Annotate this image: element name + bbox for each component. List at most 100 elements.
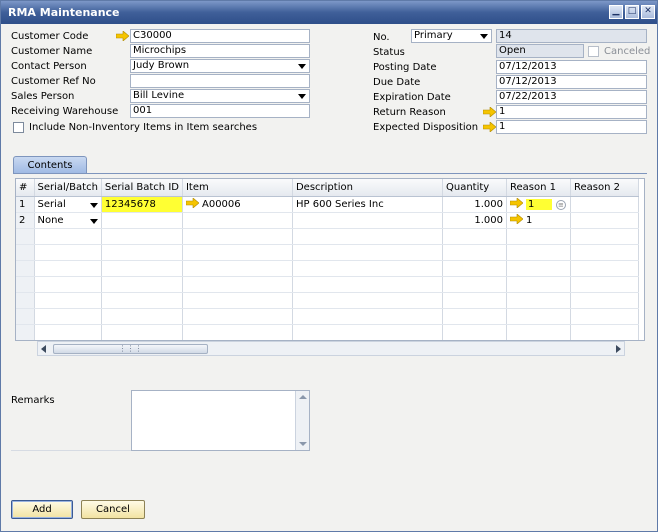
- serial-batch-cell[interactable]: Serial: [34, 196, 102, 213]
- quantity-cell[interactable]: 1.000: [442, 196, 507, 213]
- serial-batch-value: None: [37, 214, 64, 226]
- serial-batch-id-cell[interactable]: 12345678: [101, 196, 183, 213]
- link-arrow-icon[interactable]: [116, 31, 129, 41]
- customer-name-field[interactable]: Microchips: [130, 44, 310, 58]
- include-non-inventory-checkbox[interactable]: [13, 122, 24, 133]
- remarks-textarea[interactable]: [131, 390, 310, 451]
- scroll-left-icon[interactable]: [41, 345, 46, 353]
- table-row[interactable]: 2 None 1.000 1: [16, 212, 639, 229]
- chevron-down-icon[interactable]: [89, 202, 98, 208]
- receiving-warehouse-field[interactable]: 001: [130, 104, 310, 118]
- scroll-up-icon[interactable]: [299, 395, 307, 399]
- canceled-label: Canceled: [604, 46, 651, 57]
- chevron-down-icon[interactable]: [89, 218, 98, 224]
- column-header-number[interactable]: #: [16, 179, 35, 197]
- column-header-item[interactable]: Item: [182, 179, 293, 197]
- column-header-quantity[interactable]: Quantity: [442, 179, 507, 197]
- sales-person-label: Sales Person: [11, 91, 75, 102]
- canceled-checkbox[interactable]: [588, 46, 599, 57]
- empty-row[interactable]: [16, 244, 639, 261]
- due-date-field[interactable]: 07/12/2013: [496, 75, 647, 89]
- expiration-date-field[interactable]: 07/22/2013: [496, 90, 647, 104]
- include-non-inventory-label: Include Non-Inventory Items in Item sear…: [29, 122, 258, 133]
- rma-maintenance-window: RMA Maintenance ▁ □ ✕ Customer Code C300…: [0, 0, 658, 532]
- posting-date-label: Posting Date: [373, 62, 437, 73]
- close-icon[interactable]: ✕: [641, 5, 655, 19]
- return-reason-field[interactable]: 1: [496, 105, 647, 119]
- tab-divider: [13, 173, 647, 174]
- due-date-label: Due Date: [373, 77, 421, 88]
- link-arrow-icon[interactable]: [509, 213, 524, 225]
- customer-ref-no-field[interactable]: [130, 74, 310, 88]
- empty-row[interactable]: [16, 308, 639, 325]
- scroll-down-icon[interactable]: [299, 442, 307, 446]
- row-number[interactable]: 2: [16, 212, 35, 229]
- status-field: Open: [496, 44, 584, 58]
- grid-horizontal-scrollbar[interactable]: ⋮⋮⋮: [37, 341, 625, 356]
- empty-row[interactable]: [16, 260, 639, 277]
- return-reason-label: Return Reason: [373, 107, 446, 118]
- remarks-scrollbar[interactable]: [295, 391, 309, 450]
- empty-row[interactable]: [16, 292, 639, 309]
- scroll-thumb[interactable]: ⋮⋮⋮: [53, 344, 208, 354]
- window-title: RMA Maintenance: [8, 6, 120, 19]
- grid-header-row: # Serial/Batch Serial Batch ID Item Desc…: [16, 179, 639, 197]
- link-arrow-icon[interactable]: [509, 197, 524, 209]
- maximize-icon[interactable]: □: [625, 5, 639, 19]
- add-button[interactable]: Add: [11, 500, 73, 519]
- contact-person-value: Judy Brown: [133, 60, 190, 71]
- reason-2-cell[interactable]: [570, 212, 639, 229]
- customer-name-label: Customer Name: [11, 46, 93, 57]
- item-cell[interactable]: A00006: [182, 196, 293, 213]
- receiving-warehouse-label: Receiving Warehouse: [11, 106, 119, 117]
- status-label: Status: [373, 47, 405, 58]
- column-header-description[interactable]: Description: [292, 179, 443, 197]
- expected-disposition-label: Expected Disposition: [373, 122, 479, 133]
- link-arrow-icon[interactable]: [483, 122, 496, 132]
- quantity-cell[interactable]: 1.000: [442, 212, 507, 229]
- customer-ref-no-label: Customer Ref No: [11, 76, 96, 87]
- column-header-reason-2[interactable]: Reason 2: [570, 179, 639, 197]
- sales-person-value: Bill Levine: [133, 90, 185, 101]
- remarks-label: Remarks: [11, 395, 55, 406]
- empty-row[interactable]: [16, 324, 639, 340]
- contact-person-dropdown[interactable]: Judy Brown: [130, 59, 310, 73]
- column-header-serial-batch[interactable]: Serial/Batch: [34, 179, 102, 197]
- table-row[interactable]: 1 Serial 12345678 A00006 HP 600 Series I…: [16, 196, 639, 213]
- scroll-right-icon[interactable]: [616, 345, 621, 353]
- series-value: Primary: [414, 30, 453, 41]
- posting-date-field[interactable]: 07/12/2013: [496, 60, 647, 74]
- contents-table: # Serial/Batch Serial Batch ID Item Desc…: [16, 179, 639, 340]
- reason-1-value[interactable]: 1: [525, 199, 553, 210]
- column-header-reason-1[interactable]: Reason 1: [506, 179, 571, 197]
- reason-1-cell[interactable]: 1 ≡: [506, 196, 571, 213]
- reason-2-cell[interactable]: [570, 196, 639, 213]
- customer-code-label: Customer Code: [11, 31, 89, 42]
- column-header-serial-batch-id[interactable]: Serial Batch ID: [101, 179, 183, 197]
- cancel-button[interactable]: Cancel: [81, 500, 145, 519]
- link-arrow-icon[interactable]: [483, 107, 496, 117]
- empty-row[interactable]: [16, 276, 639, 293]
- tab-contents[interactable]: Contents: [13, 156, 87, 174]
- serial-batch-id-cell[interactable]: [101, 212, 183, 229]
- empty-row[interactable]: [16, 228, 639, 245]
- reason-1-cell[interactable]: 1: [506, 212, 571, 229]
- series-dropdown[interactable]: Primary: [411, 29, 492, 43]
- item-cell[interactable]: [182, 212, 293, 229]
- expected-disposition-field[interactable]: 1: [496, 120, 647, 134]
- item-value: A00006: [201, 199, 241, 210]
- sales-person-dropdown[interactable]: Bill Levine: [130, 89, 310, 103]
- contact-person-label: Contact Person: [11, 61, 87, 72]
- description-cell[interactable]: [292, 212, 443, 229]
- link-arrow-icon[interactable]: [185, 197, 200, 209]
- minimize-icon[interactable]: ▁: [609, 5, 623, 19]
- row-number[interactable]: 1: [16, 196, 35, 213]
- title-bar[interactable]: RMA Maintenance ▁ □ ✕: [1, 1, 657, 24]
- customer-code-field[interactable]: C30000: [130, 29, 310, 43]
- serial-batch-cell[interactable]: None: [34, 212, 102, 229]
- list-icon[interactable]: ≡: [555, 199, 566, 210]
- serial-batch-value: Serial: [37, 198, 66, 210]
- description-cell[interactable]: HP 600 Series Inc: [292, 196, 443, 213]
- contents-grid: # Serial/Batch Serial Batch ID Item Desc…: [15, 178, 645, 341]
- document-number-field[interactable]: 14: [496, 29, 647, 43]
